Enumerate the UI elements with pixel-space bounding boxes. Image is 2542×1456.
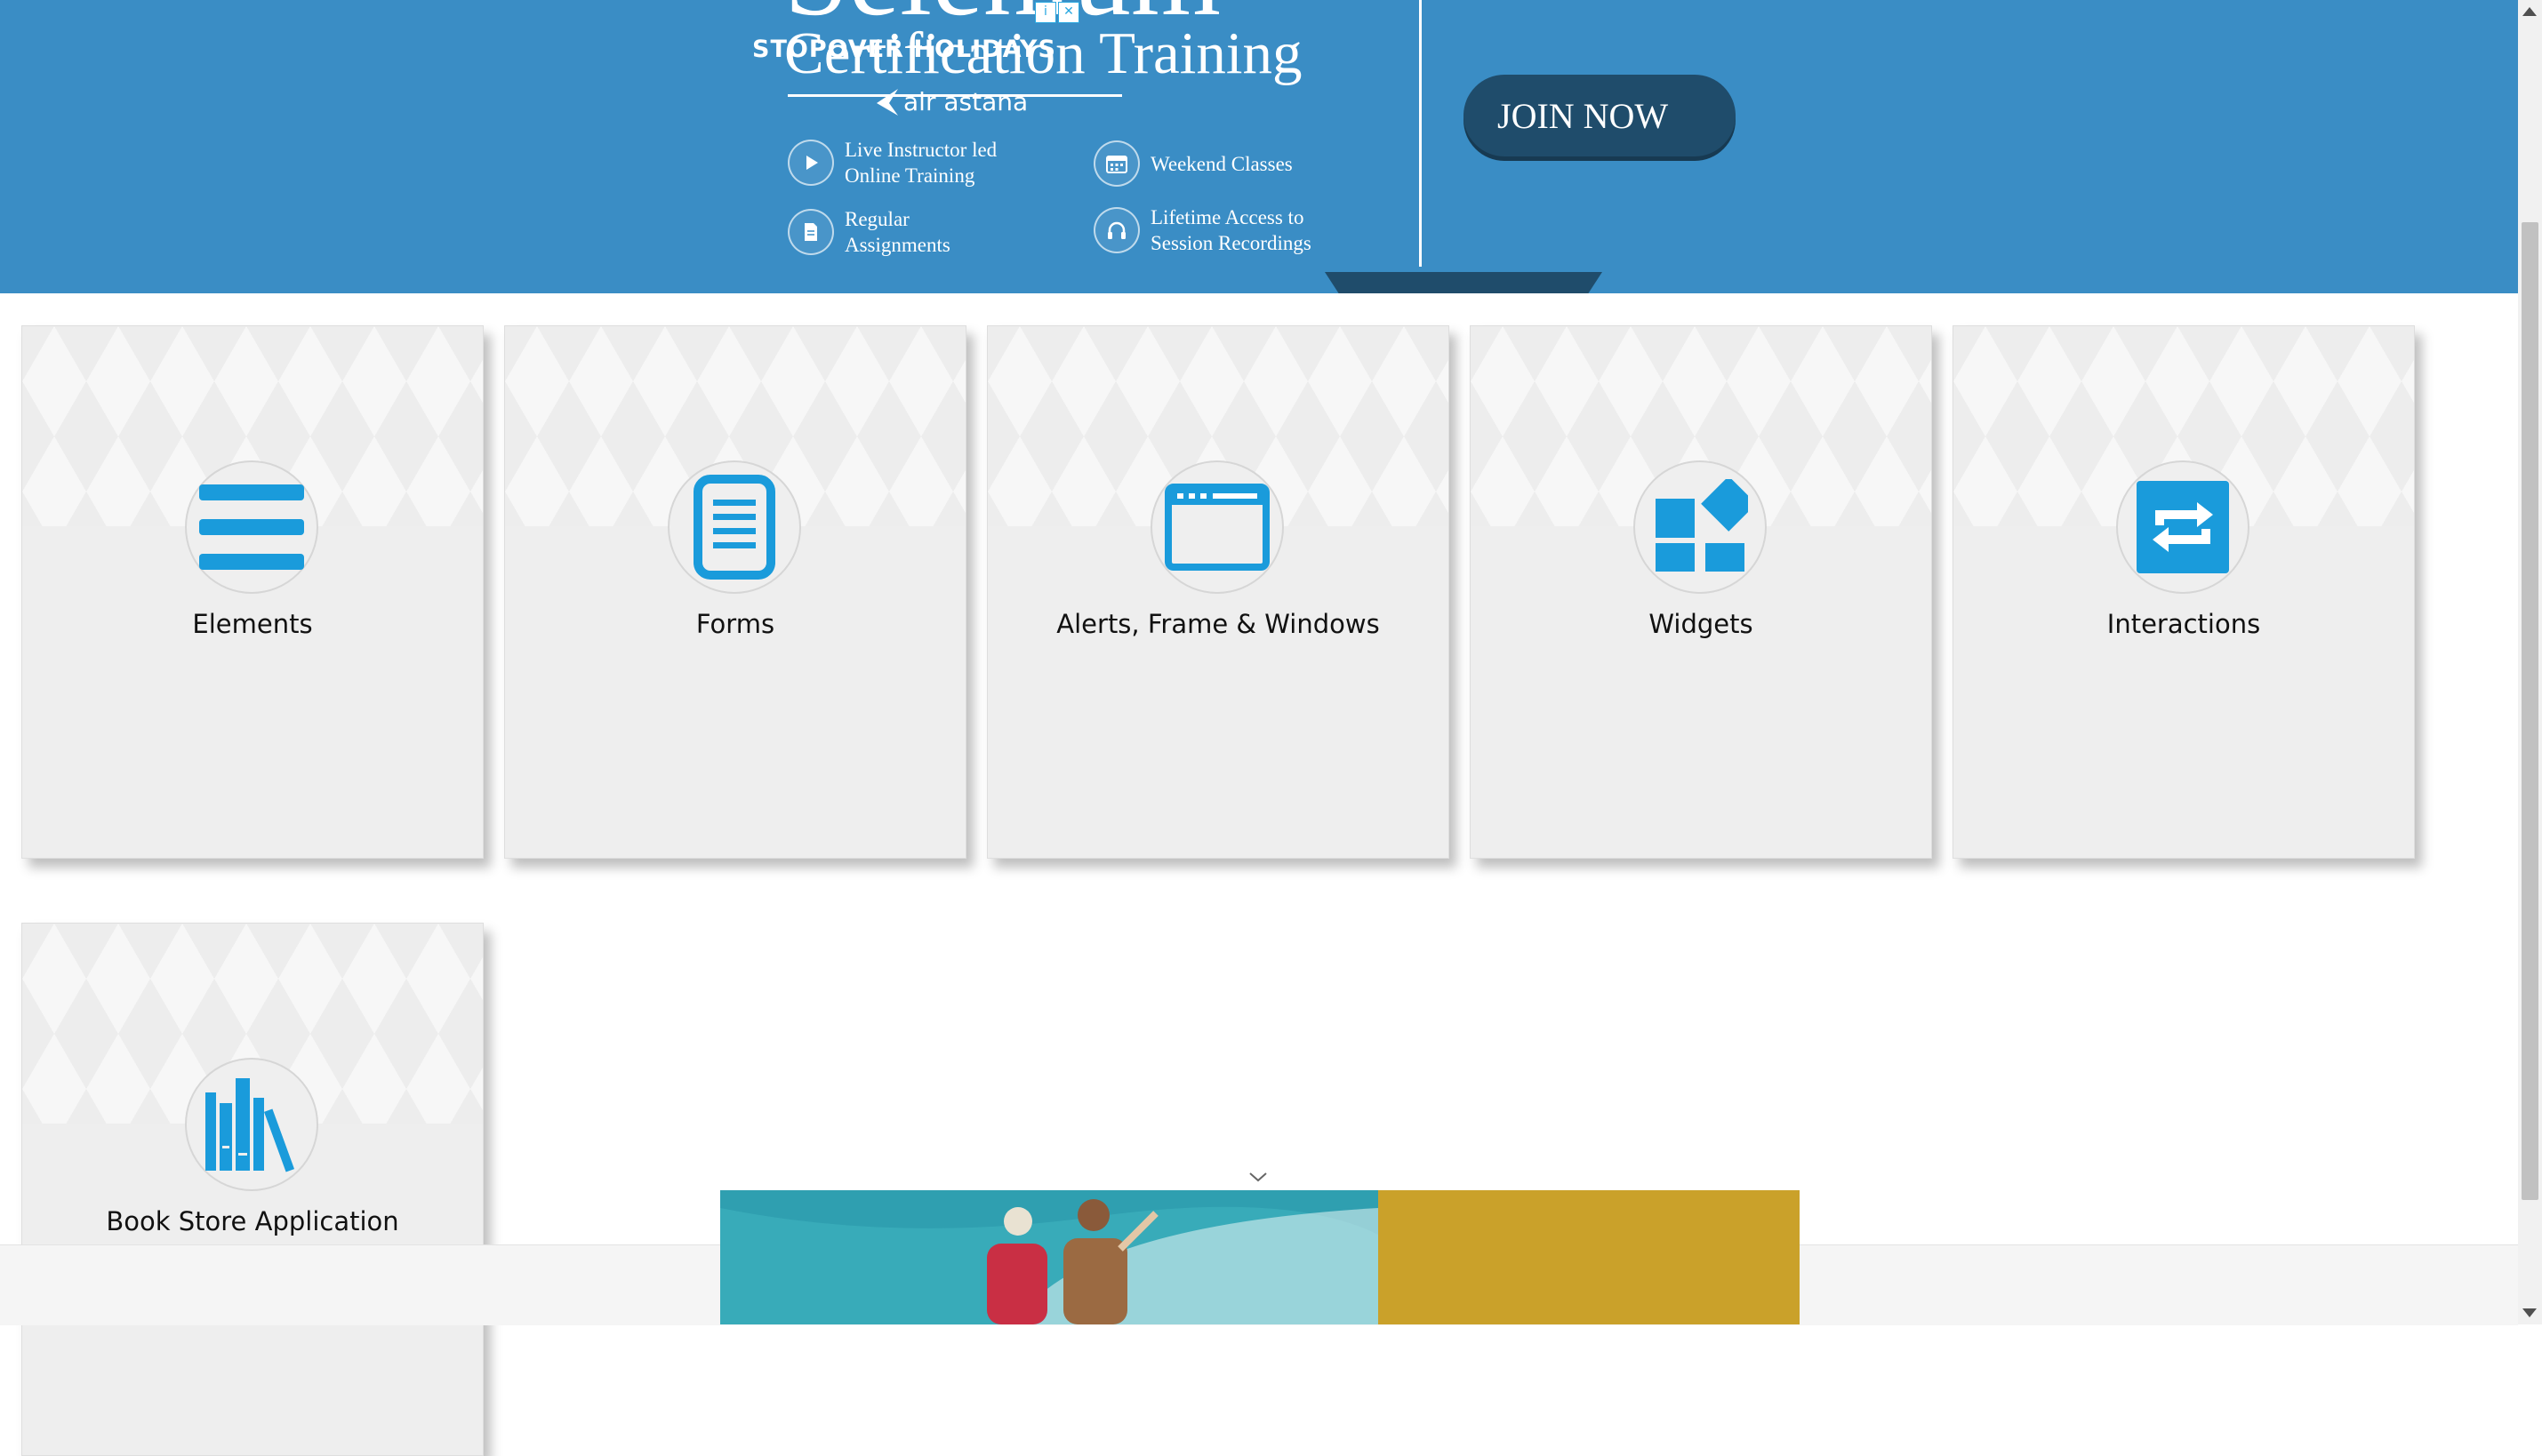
join-now-button[interactable]: JOIN NOW: [1463, 75, 1736, 156]
card-widgets[interactable]: Widgets: [1470, 325, 1932, 859]
card-icon-badge: [668, 460, 801, 594]
banner-tab: [1325, 272, 1602, 293]
card-alerts-frame-windows[interactable]: Alerts, Frame & Windows: [987, 325, 1449, 859]
scroll-up-arrow-icon[interactable]: [2522, 7, 2537, 16]
scroll-thumb[interactable]: [2522, 222, 2538, 1200]
ad-panel: [1378, 1190, 1800, 1324]
banner-divider: [1419, 0, 1422, 267]
feature-line: Online Training: [845, 164, 975, 187]
feature-line: Assignments: [845, 234, 950, 256]
swap-arrows-icon: [2137, 481, 2229, 573]
feature-live-training: Live Instructor led Online Training: [788, 137, 1040, 188]
ad-brand: air astana: [877, 87, 1029, 116]
card-icon-badge: [185, 1058, 318, 1191]
feature-weekend-classes: Weekend Classes: [1094, 140, 1346, 187]
play-icon: [788, 140, 834, 186]
card-label: Alerts, Frame & Windows: [1056, 609, 1380, 639]
chevron-down-icon[interactable]: [1248, 1170, 1268, 1184]
vertical-scrollbar[interactable]: [2518, 0, 2542, 1324]
airline-logo-icon: [873, 87, 900, 124]
card-label: Book Store Application: [106, 1206, 399, 1236]
ad-photo: [720, 1190, 1378, 1324]
browser-window-icon: [1165, 484, 1270, 571]
books-icon: [205, 1078, 295, 1172]
feature-line: Weekend Classes: [1151, 152, 1293, 175]
feature-assignments: Regular Assignments: [788, 206, 1040, 258]
scroll-down-arrow-icon[interactable]: [2522, 1308, 2537, 1317]
ad-controls: i ✕: [1035, 2, 1079, 23]
feature-line: Live Instructor led: [845, 139, 998, 161]
card-label: Elements: [192, 609, 313, 639]
calendar-icon: [1094, 140, 1140, 187]
card-book-store[interactable]: Book Store Application: [21, 923, 484, 1456]
card-label: Interactions: [2106, 609, 2261, 639]
card-icon-badge: [2116, 460, 2249, 594]
ad-close-icon[interactable]: ✕: [1058, 2, 1079, 23]
promo-banner: Selenium Certification Training Live Ins…: [0, 0, 2518, 293]
card-label: Forms: [695, 609, 775, 639]
feature-line: Lifetime Access to: [1151, 206, 1304, 228]
card-icon-badge: [1633, 460, 1767, 594]
advertisement-banner[interactable]: [720, 1190, 1800, 1324]
card-elements[interactable]: Elements: [21, 325, 484, 859]
ad-headline: STOPOVER HOLIDAYS: [752, 36, 1056, 63]
card-icon-badge: [1151, 460, 1284, 594]
feature-line: Session Recordings: [1151, 232, 1311, 254]
feature-line: Regular: [845, 208, 910, 230]
headphones-icon: [1094, 207, 1140, 253]
card-icon-badge: [185, 460, 318, 594]
card-label: Widgets: [1648, 609, 1753, 639]
card-forms[interactable]: Forms: [504, 325, 966, 859]
feature-lifetime-access: Lifetime Access to Session Recordings: [1094, 204, 1346, 256]
card-interactions[interactable]: Interactions: [1953, 325, 2415, 859]
hamburger-menu-icon: [199, 484, 304, 570]
document-icon: [788, 209, 834, 255]
widgets-icon: [1656, 479, 1748, 572]
document-list-icon: [694, 475, 775, 580]
ad-info-icon[interactable]: i: [1035, 2, 1056, 23]
ad-brand-name: air astana: [903, 87, 1029, 116]
